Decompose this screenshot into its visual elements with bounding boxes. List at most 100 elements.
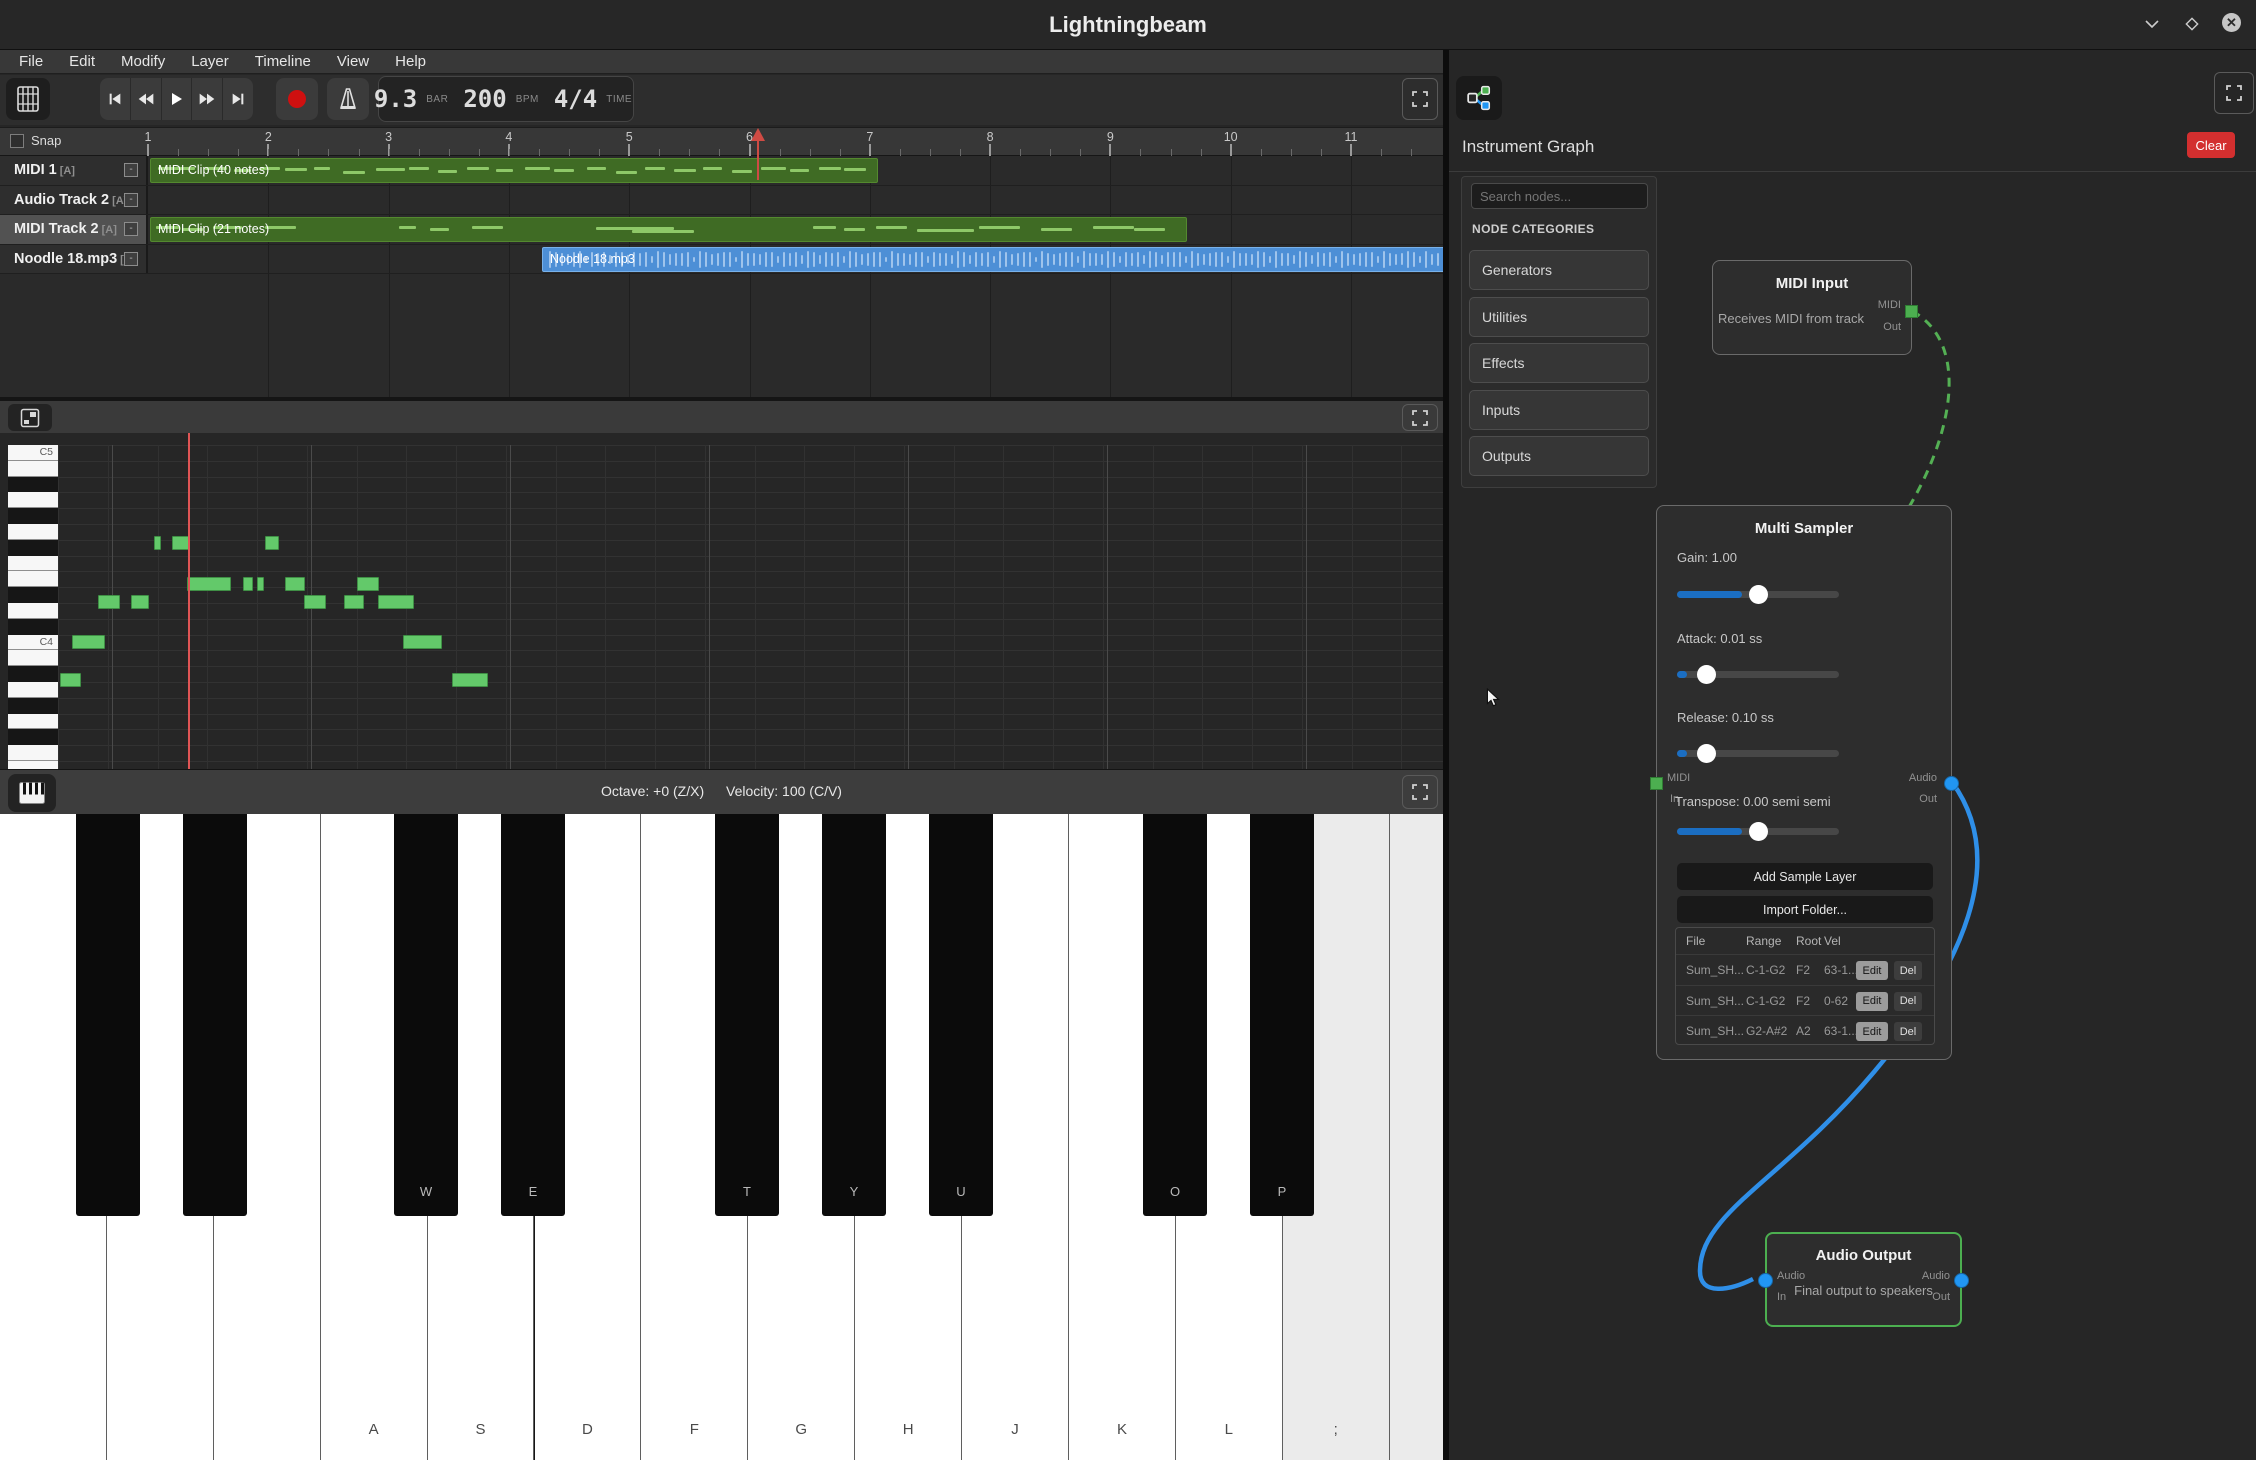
midi-note[interactable] xyxy=(72,635,105,649)
black-key[interactable] xyxy=(183,814,247,1216)
clear-button[interactable]: Clear xyxy=(2187,132,2235,158)
transpose-slider[interactable] xyxy=(1677,828,1839,835)
category-generators[interactable]: Generators xyxy=(1469,250,1649,290)
track-mute-toggle[interactable]: - xyxy=(124,163,138,177)
timeline-mode-button[interactable] xyxy=(6,78,50,120)
piano-roll-popout-button[interactable] xyxy=(8,404,52,431)
edit-sample-button[interactable]: Edit xyxy=(1856,1022,1888,1041)
menu-edit[interactable]: Edit xyxy=(56,50,108,73)
rewind-button[interactable] xyxy=(131,78,162,120)
keyboard-fullscreen-button[interactable] xyxy=(1402,775,1438,809)
menu-view[interactable]: View xyxy=(324,50,382,73)
snap-checkbox[interactable] xyxy=(10,134,24,148)
close-button[interactable]: ✕ xyxy=(2222,13,2241,32)
piano-roll-fullscreen-button[interactable] xyxy=(1402,404,1438,431)
black-key[interactable]: E xyxy=(501,814,565,1216)
record-button[interactable] xyxy=(276,78,318,120)
sample-row[interactable]: Sum_SH...C-1-G2F263-1...EditDel xyxy=(1676,954,1934,985)
track-mute-toggle[interactable]: - xyxy=(124,252,138,266)
midi-note[interactable] xyxy=(403,635,442,649)
midi-in-port[interactable] xyxy=(1650,777,1663,790)
black-key[interactable]: Y xyxy=(822,814,886,1216)
maximize-button[interactable] xyxy=(2181,13,2203,35)
graph-fullscreen-button[interactable] xyxy=(2214,72,2254,114)
midi-out-port[interactable] xyxy=(1905,305,1918,318)
midi-note[interactable] xyxy=(257,577,264,591)
category-outputs[interactable]: Outputs xyxy=(1469,436,1649,476)
graph-view-button[interactable] xyxy=(1456,76,1502,120)
black-key[interactable]: T xyxy=(715,814,779,1216)
audio-clip[interactable]: Noodle 18.mp3 xyxy=(542,247,1446,272)
track-row[interactable]: MIDI Clip (40 notes)MIDI 1[A]- xyxy=(0,156,1443,186)
track-row[interactable]: Audio Track 2[A]- xyxy=(0,186,1443,216)
skip-to-end-button[interactable] xyxy=(223,78,253,120)
piano-roll-playhead[interactable] xyxy=(188,433,190,769)
black-key[interactable]: U xyxy=(929,814,993,1216)
midi-clip[interactable]: MIDI Clip (40 notes) xyxy=(150,158,878,183)
midi-note[interactable] xyxy=(285,577,305,591)
midi-note[interactable] xyxy=(378,595,414,609)
add-sample-layer-button[interactable]: Add Sample Layer xyxy=(1677,863,1933,890)
track-row[interactable]: MIDI Clip (21 notes)MIDI Track 2[A]- xyxy=(0,215,1443,245)
midi-note[interactable] xyxy=(265,536,279,550)
midi-note[interactable] xyxy=(60,673,81,687)
category-inputs[interactable]: Inputs xyxy=(1469,390,1649,430)
slider-thumb[interactable] xyxy=(1697,744,1716,763)
node-multi-sampler[interactable]: Multi Sampler MIDI In Audio Out Add Samp… xyxy=(1656,505,1952,1060)
menu-modify[interactable]: Modify xyxy=(108,50,178,73)
edit-sample-button[interactable]: Edit xyxy=(1856,961,1888,980)
audio-out-port[interactable] xyxy=(1944,776,1959,791)
del-sample-button[interactable]: Del xyxy=(1894,961,1922,980)
sample-row[interactable]: Sum_SH...C-1-G2F20-62EditDel xyxy=(1676,985,1934,1016)
slider-thumb[interactable] xyxy=(1749,822,1768,841)
track-mute-toggle[interactable]: - xyxy=(124,222,138,236)
midi-note[interactable] xyxy=(154,536,161,550)
black-key[interactable]: W xyxy=(394,814,458,1216)
midi-note[interactable] xyxy=(131,595,149,609)
track-row[interactable]: Noodle 18.mp3 Noodle 18.mp3[A]- xyxy=(0,245,1443,275)
menu-file[interactable]: File xyxy=(6,50,56,73)
import-folder-button[interactable]: Import Folder... xyxy=(1677,896,1933,923)
track-header-noodle-18-mp3[interactable]: Noodle 18.mp3[A]- xyxy=(0,245,148,274)
del-sample-button[interactable]: Del xyxy=(1894,1022,1922,1041)
node-midi-input[interactable]: MIDI Input Receives MIDI from track MIDI… xyxy=(1712,260,1912,355)
black-key[interactable]: O xyxy=(1143,814,1207,1216)
metronome-button[interactable] xyxy=(327,78,369,120)
del-sample-button[interactable]: Del xyxy=(1894,992,1922,1011)
midi-note[interactable] xyxy=(243,577,253,591)
release-slider[interactable] xyxy=(1677,750,1839,757)
audio-in-port[interactable] xyxy=(1758,1273,1773,1288)
black-key[interactable]: P xyxy=(1250,814,1314,1216)
track-mute-toggle[interactable]: - xyxy=(124,193,138,207)
track-header-midi-1[interactable]: MIDI 1[A]- xyxy=(0,156,148,185)
search-input[interactable] xyxy=(1471,183,1648,209)
menu-layer[interactable]: Layer xyxy=(178,50,242,73)
category-utilities[interactable]: Utilities xyxy=(1469,297,1649,337)
minimize-button[interactable] xyxy=(2141,13,2163,35)
node-audio-output[interactable]: Audio Output Final output to speakers Au… xyxy=(1765,1232,1962,1327)
timeline-ruler[interactable]: Snap 1234567891011 xyxy=(0,127,1443,156)
track-header-audio-track-2[interactable]: Audio Track 2[A]- xyxy=(0,186,148,215)
category-effects[interactable]: Effects xyxy=(1469,343,1649,383)
fast-forward-button[interactable] xyxy=(192,78,223,120)
piano-roll[interactable]: C5C4 xyxy=(0,433,1443,769)
midi-note[interactable] xyxy=(344,595,364,609)
midi-note[interactable] xyxy=(187,577,231,591)
menu-help[interactable]: Help xyxy=(382,50,439,73)
slider-thumb[interactable] xyxy=(1697,665,1716,684)
midi-note[interactable] xyxy=(98,595,120,609)
midi-note[interactable] xyxy=(452,673,488,687)
audio-out-port[interactable] xyxy=(1954,1273,1969,1288)
timeline-fullscreen-button[interactable] xyxy=(1402,78,1438,120)
midi-note[interactable] xyxy=(172,536,189,550)
midi-note[interactable] xyxy=(304,595,326,609)
attack-slider[interactable] xyxy=(1677,671,1839,678)
midi-note[interactable] xyxy=(357,577,379,591)
edit-sample-button[interactable]: Edit xyxy=(1856,992,1888,1011)
gain-slider[interactable] xyxy=(1677,591,1839,598)
track-header-midi-track-2[interactable]: MIDI Track 2[A]- xyxy=(0,215,148,244)
midi-clip[interactable]: MIDI Clip (21 notes) xyxy=(150,217,1187,242)
black-key[interactable] xyxy=(76,814,140,1216)
slider-thumb[interactable] xyxy=(1749,585,1768,604)
play-button[interactable] xyxy=(162,78,193,120)
